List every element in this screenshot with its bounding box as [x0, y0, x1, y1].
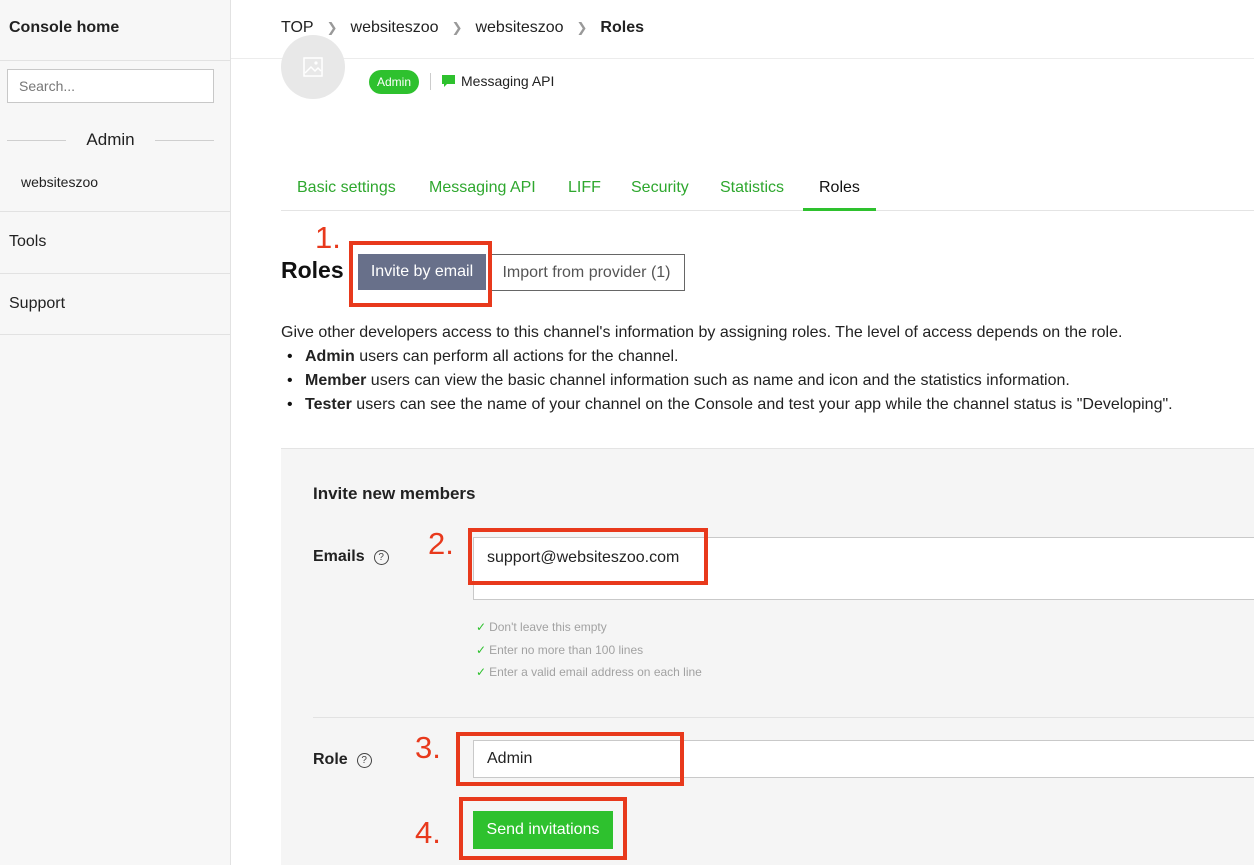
breadcrumb-item-current: Roles [600, 19, 644, 36]
chevron-right-icon: ❯ [576, 20, 588, 35]
validation-rule-text: Don't leave this empty [489, 620, 607, 634]
import-from-provider-button[interactable]: Import from provider (1) [488, 254, 685, 291]
breadcrumb: TOP ❯ websiteszoo ❯ websiteszoo ❯ Roles [281, 19, 644, 37]
role-description: users can see the name of your channel o… [351, 396, 1173, 413]
annotation-step-1: 1. [315, 220, 341, 255]
role-name: Member [305, 372, 367, 389]
tab-basic-settings[interactable]: Basic settings [297, 179, 396, 211]
roles-list: Admin users can perform all actions for … [287, 345, 1173, 417]
sidebar-item-tools[interactable]: Tools [0, 211, 231, 273]
tab-security[interactable]: Security [631, 179, 689, 211]
page-title: Roles [281, 257, 344, 283]
check-icon: ✓ [476, 620, 487, 634]
annotation-step-3: 3. [415, 730, 441, 765]
roles-intro: Give other developers access to this cha… [281, 324, 1123, 341]
invite-panel-title: Invite new members [313, 484, 476, 503]
header-divider [430, 73, 431, 90]
role-description: users can perform all actions for the ch… [354, 348, 679, 365]
list-item: Tester users can see the name of your ch… [287, 393, 1173, 417]
breadcrumb-item-provider[interactable]: websiteszoo [351, 19, 439, 37]
role-label: Role ? [313, 751, 372, 769]
role-badge: Admin [369, 70, 420, 94]
validation-rule: ✓ Enter a valid email address on each lin… [476, 661, 702, 684]
channel-avatar [281, 35, 345, 99]
admin-section-heading: Admin [7, 130, 214, 150]
role-name: Tester [305, 396, 352, 413]
validation-rule-text: Enter a valid email address on each line [489, 665, 702, 679]
divider-line [155, 140, 214, 141]
role-description: users can view the basic channel informa… [366, 372, 1070, 389]
annotation-box-4 [459, 797, 627, 860]
annotation-step-2: 2. [428, 526, 454, 561]
emails-label-text: Emails [313, 548, 365, 565]
annotation-box-1 [349, 241, 492, 307]
invite-panel [281, 448, 1254, 865]
tab-liff[interactable]: LIFF [568, 179, 601, 211]
chevron-right-icon: ❯ [326, 20, 338, 35]
annotation-box-2 [468, 528, 708, 585]
sidebar-item-label: Tools [9, 233, 47, 250]
annotation-box-3 [456, 732, 684, 786]
annotation-step-4: 4. [415, 815, 441, 850]
messaging-api-icon [442, 75, 455, 87]
help-icon[interactable]: ? [373, 549, 389, 565]
console-home-link[interactable]: Console home [9, 19, 119, 37]
emails-label: Emails ? [313, 548, 389, 566]
breadcrumb-divider [231, 58, 1254, 59]
search-input[interactable] [7, 69, 214, 103]
sidebar-item-support[interactable]: Support [0, 273, 231, 335]
channel-tabs: Basic settings Messaging API LIFF Securi… [281, 167, 1254, 211]
sidebar: Console home Admin websiteszoo Tools Sup… [0, 0, 231, 865]
help-icon[interactable]: ? [356, 752, 372, 768]
check-icon: ✓ [476, 665, 487, 679]
email-validation-rules: ✓ Don't leave this empty ✓ Enter no more t… [476, 616, 702, 684]
breadcrumb-item-channel[interactable]: websiteszoo [475, 19, 563, 37]
tab-roles[interactable]: Roles [803, 179, 876, 211]
check-icon: ✓ [476, 642, 487, 657]
panel-divider [313, 717, 1254, 718]
validation-rule-text: Enter no more than 100 lines [489, 642, 644, 657]
chevron-right-icon: ❯ [451, 20, 463, 35]
sidebar-divider [0, 60, 231, 61]
validation-rule: ✓ Don't leave this empty [476, 616, 702, 639]
validation-rule: ✓ Enter no more than 100 lines [476, 639, 702, 662]
role-label-text: Role [313, 751, 348, 768]
list-item: Member users can view the basic channel … [287, 369, 1173, 393]
list-item: Admin users can perform all actions for … [287, 345, 1173, 369]
sidebar-item-provider[interactable]: websiteszoo [21, 174, 98, 190]
tab-statistics[interactable]: Statistics [720, 179, 784, 211]
roles-description: Give other developers access to this cha… [281, 321, 1173, 417]
role-name: Admin [305, 348, 355, 365]
sidebar-item-label: Support [9, 295, 66, 312]
image-placeholder-icon [303, 57, 323, 77]
channel-type-label: Messaging API [461, 73, 555, 89]
tab-messaging-api[interactable]: Messaging API [429, 179, 536, 211]
